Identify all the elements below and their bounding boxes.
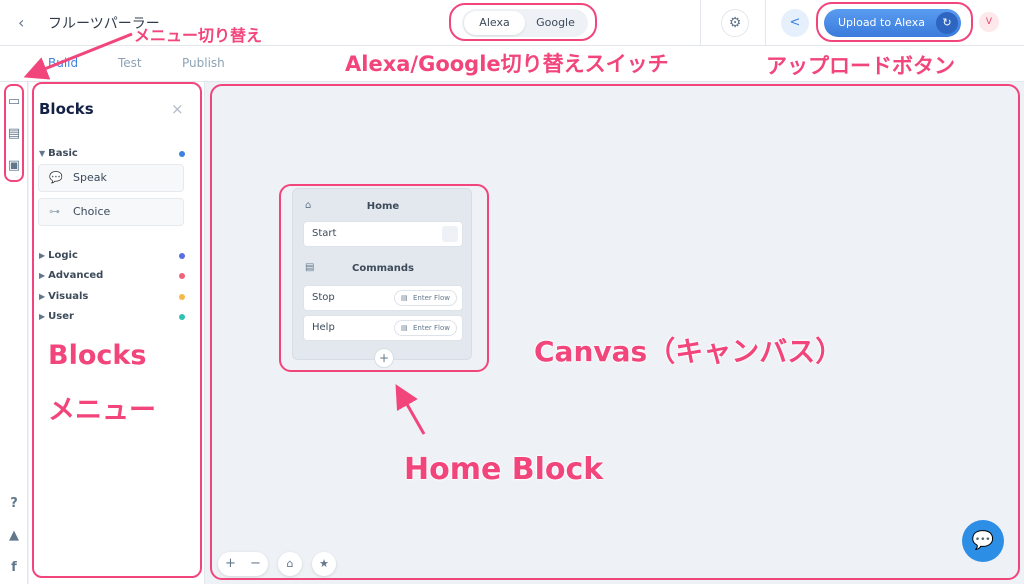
arrow-home-block xyxy=(395,384,426,435)
annotation-arrows xyxy=(23,32,426,435)
arrow-menu-toggle xyxy=(23,32,133,80)
